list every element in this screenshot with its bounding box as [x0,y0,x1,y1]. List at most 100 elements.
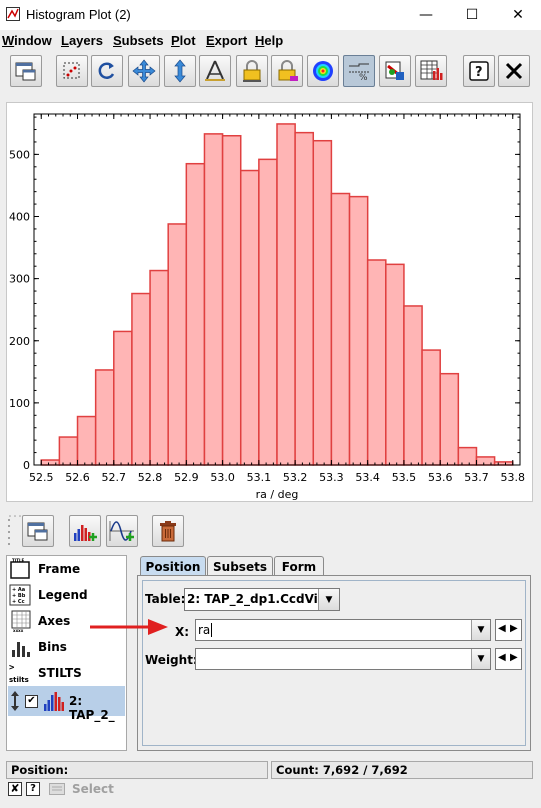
svg-text:xxxx: xxxx [13,628,24,632]
control-window-button[interactable] [22,515,54,547]
aux-color-button[interactable] [307,55,339,87]
stack-item-bins[interactable]: Bins [9,635,125,659]
svg-text:stilts: stilts [9,676,29,684]
window-icon [15,62,36,81]
menu-subsets[interactable]: Subsets [113,33,164,48]
axis-config-button[interactable] [199,55,231,87]
stack-item-label: Bins [38,640,67,654]
tab-form[interactable]: Form [274,556,324,576]
y-tick-label: 300 [9,273,30,286]
new-window-button[interactable] [10,55,42,87]
histogram-bar [131,292,151,466]
x-tick-label: 53.8 [500,471,525,484]
show-progress-checkbox[interactable]: ✘ [8,782,22,796]
weight-field[interactable]: ▼ [195,648,491,670]
axes-icon: xxxx [9,610,31,632]
x-tick-label: 53.6 [428,471,453,484]
bottom-bar: ✘ ? Select [0,780,541,800]
maximize-button[interactable]: ☐ [449,0,495,30]
delete-icon [160,521,176,542]
lock-aux-button[interactable] [271,55,303,87]
rescale-button[interactable] [56,55,88,87]
add-function-layer-button[interactable] [106,515,138,547]
menu-help[interactable]: Help [255,33,283,48]
title-bar: Histogram Plot (2) — ☐ ✕ [0,0,541,30]
svg-text:>: > [9,663,15,673]
x-tick-label: 52.7 [102,471,127,484]
tab-position[interactable]: Position [140,556,206,576]
add-histogram-icon [74,525,97,541]
x-field[interactable]: ra ▼ [195,619,491,641]
histogram-chart: 52.5 52.6 52.7 52.8 52.9 53.0 53.1 53.2 53.3 53.4… [9,113,525,501]
cumulative-toggle-button[interactable]: % [343,55,375,87]
histogram-bar [239,169,260,466]
histogram-bar [203,133,224,466]
menu-export[interactable]: Export [206,33,247,48]
histogram-bar [330,192,351,466]
histogram-bar [348,195,369,466]
select-button[interactable]: Select [72,782,114,796]
x-tick-label: 53.0 [210,471,235,484]
x-tick-label: 53.1 [247,471,272,484]
table-select[interactable]: 2: TAP_2_dp1.CcdVisit ▼ [184,588,340,611]
annotation-arrow-icon [90,619,168,635]
menu-window[interactable]: Window [2,33,52,48]
chevron-down-icon: ▼ [471,620,490,640]
delete-layer-button[interactable] [152,515,184,547]
help-button[interactable]: ? [463,55,495,87]
drag-handle-icon[interactable] [9,690,21,712]
help-icon[interactable]: ? [26,782,40,796]
stack-item-legend[interactable]: + Aa + Bb + Cc Legend [9,583,125,607]
stack-item-label: Axes [38,614,71,628]
menu-plot[interactable]: Plot [171,33,196,48]
zoom-vertical-button[interactable] [164,55,196,87]
chevron-down-icon: ▼ [318,589,339,610]
weight-arrows[interactable]: ◀ ▶ [495,648,522,670]
stack-item-frame[interactable]: TITLE Frame [9,557,125,581]
lock-icon [243,60,261,82]
prev-arrow-icon[interactable]: ◀ [498,623,506,634]
text-cursor [211,623,212,637]
table-view-button[interactable] [415,55,447,87]
histogram-bar [366,259,387,466]
x-tick-label: 53.4 [355,471,380,484]
lock-axes-button[interactable] [236,55,268,87]
stack-item-layer[interactable]: ✔ 2: TAP_2_ [8,686,125,722]
x-value: ra [198,623,211,637]
menu-layers[interactable]: Layers [61,33,103,48]
rescale-icon [63,62,80,79]
window-close-button[interactable]: ✕ [495,0,541,30]
replot-button[interactable] [91,55,123,87]
cumulative-icon: % [349,63,369,82]
window-title: Histogram Plot (2) [26,7,131,22]
next-arrow-icon[interactable]: ▶ [510,652,518,663]
frame-icon: TITLE [9,558,31,580]
minimize-button[interactable]: — [403,0,449,30]
close-window-button[interactable] [498,55,530,87]
layer-visible-checkbox[interactable]: ✔ [25,695,38,708]
plot-toolbar: % ? [0,52,541,92]
tab-label: Subsets [213,559,267,574]
tab-subsets[interactable]: Subsets [207,556,273,576]
menu-bar: Window Layers Subsets Plot Export Help [0,30,541,52]
stack-item-stilts[interactable]: > stilts STILTS [9,661,125,685]
plot-panel[interactable]: 52.5 52.6 52.7 52.8 52.9 53.0 53.1 53.2 53.3 53.4… [6,102,533,502]
svg-text:%: % [359,73,368,82]
zoom-vertical-icon [174,59,186,83]
legend-icon: + Aa + Bb + Cc [9,584,31,606]
y-tick-label: 200 [9,335,30,348]
next-arrow-icon[interactable]: ▶ [510,623,518,634]
export-button[interactable] [379,55,411,87]
svg-text:+ Cc: + Cc [12,599,25,605]
stack-item-label: Frame [38,562,81,576]
x-tick-label: 52.5 [29,471,54,484]
add-histogram-layer-button[interactable] [69,515,101,547]
window-icon [27,522,48,541]
position-status: Position: [6,761,268,779]
layer-config-tabs: Position Subsets Form Table: 2: TAP_2_dp… [135,555,534,751]
table-value: 2: TAP_2_dp1.CcdVisit [187,592,335,606]
histogram-bar [113,330,133,466]
x-arrows[interactable]: ◀ ▶ [495,619,522,641]
prev-arrow-icon[interactable]: ◀ [498,652,506,663]
pan-button[interactable] [128,55,160,87]
